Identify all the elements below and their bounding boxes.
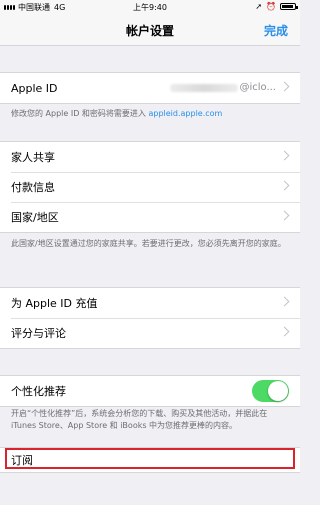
apple-id-label: Apple ID (11, 81, 58, 95)
ratings-reviews-label: 评分与评论 (11, 327, 66, 340)
personalization-footnote: 开启“个性化推荐”后，系统会分析您的下载、购买及其他活动，并据此在 iTunes… (11, 409, 268, 430)
chevron-right-icon (279, 150, 290, 161)
apple-id-value: @iclo... (239, 82, 276, 93)
toggle-knob (268, 381, 288, 401)
done-button[interactable]: 完成 (264, 22, 288, 39)
family-sharing-row[interactable]: 家人共享 (0, 142, 300, 172)
status-right: ➚ ⏰ (255, 2, 298, 11)
personalization-toggle[interactable] (252, 380, 289, 402)
payment-info-label: 付款信息 (11, 181, 55, 194)
top-up-label: 为 Apple ID 充值 (11, 297, 98, 310)
apple-id-group: Apple ID @iclo... (0, 72, 300, 104)
personalization-group: 个性化推荐 (0, 375, 300, 407)
purchase-group: 为 Apple ID 充值 评分与评论 (0, 287, 300, 349)
apple-id-row[interactable]: Apple ID @iclo... (0, 73, 300, 103)
top-up-row[interactable]: 为 Apple ID 充值 (0, 288, 300, 318)
region-footnote: 此国家/地区设置通过您的家庭共享。若要进行更改，您必须先离开您的家庭。 (11, 239, 286, 248)
alarm-icon: ⏰ (266, 2, 276, 11)
location-icon: ➚ (255, 2, 263, 11)
payment-info-row[interactable]: 付款信息 (0, 172, 300, 202)
status-bar: 中国联通 4G 上午9:40 ➚ ⏰ (0, 0, 300, 14)
personalization-row: 个性化推荐 (0, 376, 300, 406)
ratings-reviews-row[interactable]: 评分与评论 (0, 318, 300, 348)
appleid-link[interactable]: appleid.apple.com (148, 109, 222, 118)
chevron-right-icon (279, 296, 290, 307)
highlight-box (5, 448, 295, 469)
personalization-label: 个性化推荐 (11, 385, 66, 398)
chevron-right-icon (279, 326, 290, 337)
chevron-right-icon (279, 210, 290, 221)
apple-id-footnote: 修改您的 Apple ID 和密码将需要进入 appleid.apple.com (11, 108, 291, 120)
apple-id-blurred-email (170, 84, 238, 92)
battery-icon (280, 3, 298, 10)
country-region-row[interactable]: 国家/地区 (0, 202, 300, 232)
chevron-right-icon (279, 81, 290, 92)
apple-id-footnote-text: 修改您的 Apple ID 和密码将需要进入 (11, 109, 149, 118)
family-sharing-label: 家人共享 (11, 151, 55, 164)
chevron-right-icon (279, 180, 290, 191)
account-group: 家人共享 付款信息 国家/地区 (0, 141, 300, 233)
page-title: 帐户设置 (125, 24, 174, 38)
navigation-bar: 帐户设置 完成 (0, 14, 300, 46)
country-region-label: 国家/地区 (11, 211, 59, 224)
